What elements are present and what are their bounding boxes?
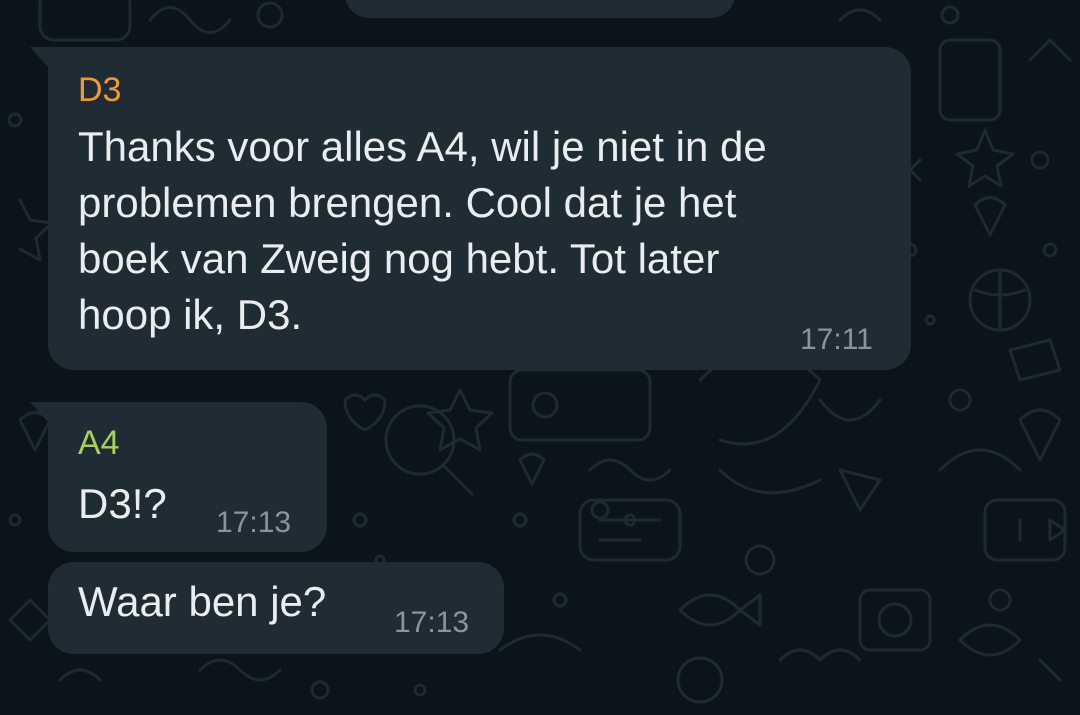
message-line: problemen brengen. Cool dat je het (78, 179, 737, 226)
message-text: Thanks voor alles A4, wil je niet in de … (78, 119, 767, 343)
bubble-tail (30, 47, 50, 69)
message-line: boek van Zweig nog hebt. Tot later (78, 235, 720, 282)
message-time: 17:13 (394, 606, 470, 639)
message-time: 17:11 (800, 323, 873, 356)
message-text: Waar ben je? (78, 578, 327, 625)
message-line: hoop ik, D3. (78, 291, 303, 338)
sender-name: A4 (78, 424, 120, 462)
message-time: 17:13 (216, 506, 292, 539)
sender-name: D3 (78, 71, 122, 109)
message-bubble[interactable]: A4 D3!? 17:13 (30, 402, 327, 552)
message-bubble[interactable]: D3 Thanks voor alles A4, wil je niet in … (30, 47, 911, 370)
previous-message-bubble (345, 0, 735, 18)
message-line: Thanks voor alles A4, wil je niet in de (78, 123, 767, 170)
message-bubble[interactable]: Waar ben je? 17:13 (48, 562, 504, 654)
bubble-tail (30, 402, 50, 424)
message-text: D3!? (78, 480, 167, 527)
